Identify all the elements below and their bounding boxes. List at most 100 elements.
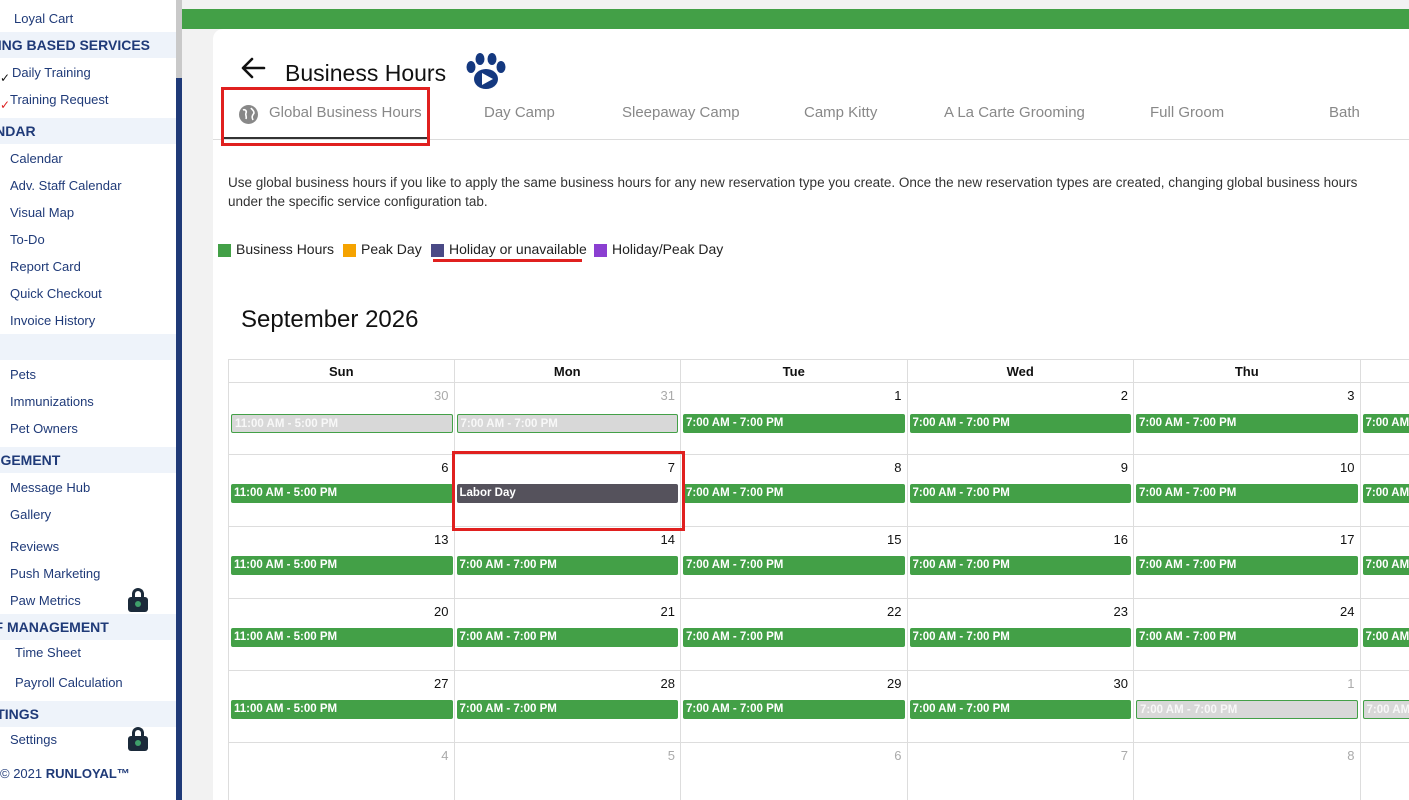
business-hours-event[interactable]: 7:00 AM - 7:00 PM <box>1136 556 1358 575</box>
calendar-day-cell[interactable]: 187:00 AM - 7:00 PM <box>1360 527 1409 599</box>
sidebar-item[interactable]: Adv. Staff Calendar <box>0 172 176 199</box>
business-hours-event[interactable]: 7:00 AM - 7:00 PM <box>683 414 905 433</box>
tab-a-la-carte-grooming[interactable]: A La Carte Grooming <box>944 104 1085 121</box>
calendar-day-cell[interactable]: 15 7:00 AM - 7:00 PM <box>681 527 908 599</box>
calendar-day-cell[interactable]: 4 <box>228 743 455 800</box>
calendar-day-cell[interactable]: 27:00 AM - 7:00 PM <box>907 383 1134 455</box>
business-hours-event[interactable]: 7:00 AM - 7:00 PM <box>1136 484 1358 503</box>
paw-video-icon[interactable] <box>464 52 508 90</box>
sidebar-item[interactable]: Paw Metrics <box>0 587 176 614</box>
calendar-day-cell[interactable]: 30 7:00 AM - 7:00 PM <box>907 671 1134 743</box>
sidebar-item[interactable]: Report Card <box>0 253 176 280</box>
calendar-day-cell[interactable]: 5 <box>455 743 681 800</box>
business-hours-event[interactable]: 7:00 AM - 7:00 PM <box>909 628 1131 647</box>
calendar-day-cell[interactable]: 28 7:00 AM - 7:00 PM <box>454 671 681 743</box>
business-hours-event[interactable]: 11:00 AM - 5:00 PM <box>231 700 453 719</box>
business-hours-event[interactable]: 11:00 AM - 5:00 PM <box>231 484 453 503</box>
business-hours-event[interactable]: 7:00 AM - 7:00 PM <box>909 700 1131 719</box>
calendar-day-cell[interactable]: 257:00 AM - 7:00 PM <box>1360 599 1409 671</box>
calendar-day-cell[interactable]: 9 <box>1361 743 1409 800</box>
calendar-day-cell[interactable]: 117:00 AM - 7:00 PM <box>1360 455 1409 527</box>
calendar-day-cell[interactable]: 9 7:00 AM - 7:00 PM <box>907 455 1134 527</box>
business-hours-event[interactable]: 7:00 AM - 7:00 PM <box>683 556 905 575</box>
back-arrow-icon[interactable] <box>240 56 266 80</box>
sidebar-item[interactable]: Calendar <box>0 145 176 172</box>
sidebar-item-label: To-Do <box>10 232 45 247</box>
business-hours-event[interactable]: 11:00 AM - 5:00 PM <box>231 414 453 433</box>
calendar-day-cell[interactable]: 30 11:00 AM - 5:00 PM <box>228 383 455 455</box>
calendar-day-cell[interactable]: 13 11:00 AM - 5:00 PM <box>228 527 455 599</box>
business-hours-event[interactable]: 7:00 AM - 7:00 PM <box>456 700 678 719</box>
sidebar-item[interactable]: Pet Owners <box>0 415 176 442</box>
day-number: 8 <box>894 460 902 475</box>
tab-full-groom[interactable]: Full Groom <box>1150 104 1224 121</box>
tab-day-camp[interactable]: Day Camp <box>484 104 555 121</box>
calendar-day-cell[interactable]: 23 7:00 AM - 7:00 PM <box>907 599 1134 671</box>
sidebar-item[interactable]: Message Hub <box>0 474 176 501</box>
tab-bath[interactable]: Bath <box>1329 104 1360 121</box>
calendar-day-cell[interactable]: 29 7:00 AM - 7:00 PM <box>681 671 908 743</box>
calendar-day-cell[interactable]: 7 <box>908 743 1134 800</box>
sidebar-item[interactable]: Immunizations <box>0 388 176 415</box>
legend-label: Business Hours <box>236 241 335 257</box>
day-number: 8 <box>1347 748 1355 763</box>
tab-camp-kitty[interactable]: Camp Kitty <box>804 104 877 121</box>
sidebar-item[interactable]: Daily Training ✓ <box>0 59 176 86</box>
calendar-day-cell[interactable]: 3 7:00 AM - 7:00 PM <box>1134 383 1361 455</box>
calendar-day-cell[interactable]: 24 7:00 AM - 7:00 PM <box>1134 599 1361 671</box>
calendar-day-cell[interactable]: 10 7:00 AM - 7:00 PM <box>1134 455 1361 527</box>
business-hours-event[interactable]: 7:00 AM - 7:00 PM <box>1362 700 1409 719</box>
business-hours-event[interactable]: 7:00 AM - 7:00 PM <box>683 628 905 647</box>
calendar-day-cell[interactable]: 1 7:00 AM - 7:00 PM <box>1134 671 1361 743</box>
sidebar-item[interactable]: Push Marketing <box>0 560 176 587</box>
business-hours-event[interactable]: 7:00 AM - 7:00 PM <box>1362 484 1409 503</box>
calendar-day-cell[interactable]: 16 7:00 AM - 7:00 PM <box>907 527 1134 599</box>
calendar-day-cell[interactable]: 21 7:00 AM - 7:00 PM <box>454 599 681 671</box>
business-hours-event[interactable]: 7:00 AM - 7:00 PM <box>456 628 678 647</box>
sidebar-item[interactable]: Time Sheet <box>0 639 176 666</box>
sidebar-item[interactable]: Pets <box>0 361 176 388</box>
calendar-day-cell[interactable]: 6 <box>681 743 908 800</box>
calendar-day-cell[interactable]: 47:00 AM - 7:00 PM <box>1360 383 1409 455</box>
business-hours-event[interactable]: 7:00 AM - 7:00 PM <box>456 414 678 433</box>
business-hours-event[interactable]: 7:00 AM - 7:00 PM <box>1136 414 1358 433</box>
sidebar-item[interactable]: Loyal Cart <box>0 5 176 32</box>
sidebar-item[interactable]: Quick Checkout <box>0 280 176 307</box>
sidebar-item[interactable]: Settings <box>0 726 176 753</box>
sidebar-item[interactable]: Training Request ✓ <box>0 86 176 113</box>
business-hours-event[interactable]: 7:00 AM - 7:00 PM <box>1136 628 1358 647</box>
sidebar-item[interactable]: Invoice History <box>0 307 176 334</box>
calendar-day-cell[interactable]: 22 7:00 AM - 7:00 PM <box>681 599 908 671</box>
business-hours-event[interactable]: 7:00 AM - 7:00 PM <box>1362 628 1409 647</box>
business-hours-event[interactable]: 7:00 AM - 7:00 PM <box>683 700 905 719</box>
calendar-day-cell[interactable]: 20 11:00 AM - 5:00 PM <box>228 599 455 671</box>
calendar-day-cell[interactable]: 8 7:00 AM - 7:00 PM <box>681 455 908 527</box>
calendar-day-cell[interactable]: 17 7:00 AM - 7:00 PM <box>1134 527 1361 599</box>
calendar-day-cell[interactable]: 31 7:00 AM - 7:00 PM <box>454 383 681 455</box>
sidebar-item[interactable]: Gallery <box>0 501 176 528</box>
sidebar-item[interactable]: To-Do <box>0 226 176 253</box>
sidebar-item[interactable]: Visual Map <box>0 199 176 226</box>
business-hours-event[interactable]: 7:00 AM - 7:00 PM <box>909 484 1131 503</box>
calendar-day-cell[interactable]: 8 <box>1134 743 1361 800</box>
calendar-day-cell[interactable]: 27:00 AM - 7:00 PM <box>1360 671 1409 743</box>
tab-sleepaway-camp[interactable]: Sleepaway Camp <box>622 104 740 121</box>
business-hours-event[interactable]: 7:00 AM - 7:00 PM <box>683 484 905 503</box>
business-hours-event[interactable]: 11:00 AM - 5:00 PM <box>231 556 453 575</box>
sidebar-item[interactable]: Payroll Calculation <box>0 669 176 696</box>
business-hours-event[interactable]: 7:00 AM - 7:00 PM <box>1362 414 1409 433</box>
sidebar-item-label: Message Hub <box>10 480 91 495</box>
business-hours-event[interactable]: 11:00 AM - 5:00 PM <box>231 628 453 647</box>
calendar-day-cell[interactable]: 27 11:00 AM - 5:00 PM <box>228 671 455 743</box>
business-hours-event[interactable]: 7:00 AM - 7:00 PM <box>909 414 1131 433</box>
sidebar-item[interactable]: Reviews <box>0 533 176 560</box>
business-hours-event[interactable]: 7:00 AM - 7:00 PM <box>909 556 1131 575</box>
business-hours-event[interactable]: 7:00 AM - 7:00 PM <box>1136 700 1358 719</box>
highlight-box-tab <box>221 87 430 146</box>
calendar-day-cell[interactable]: 14 7:00 AM - 7:00 PM <box>454 527 681 599</box>
calendar-day-cell[interactable]: 1 7:00 AM - 7:00 PM <box>681 383 908 455</box>
business-hours-event[interactable]: 7:00 AM - 7:00 PM <box>1362 556 1409 575</box>
business-hours-event[interactable]: 7:00 AM - 7:00 PM <box>456 556 678 575</box>
day-number: 1 <box>894 388 902 403</box>
calendar-day-cell[interactable]: 6 11:00 AM - 5:00 PM <box>228 455 455 527</box>
